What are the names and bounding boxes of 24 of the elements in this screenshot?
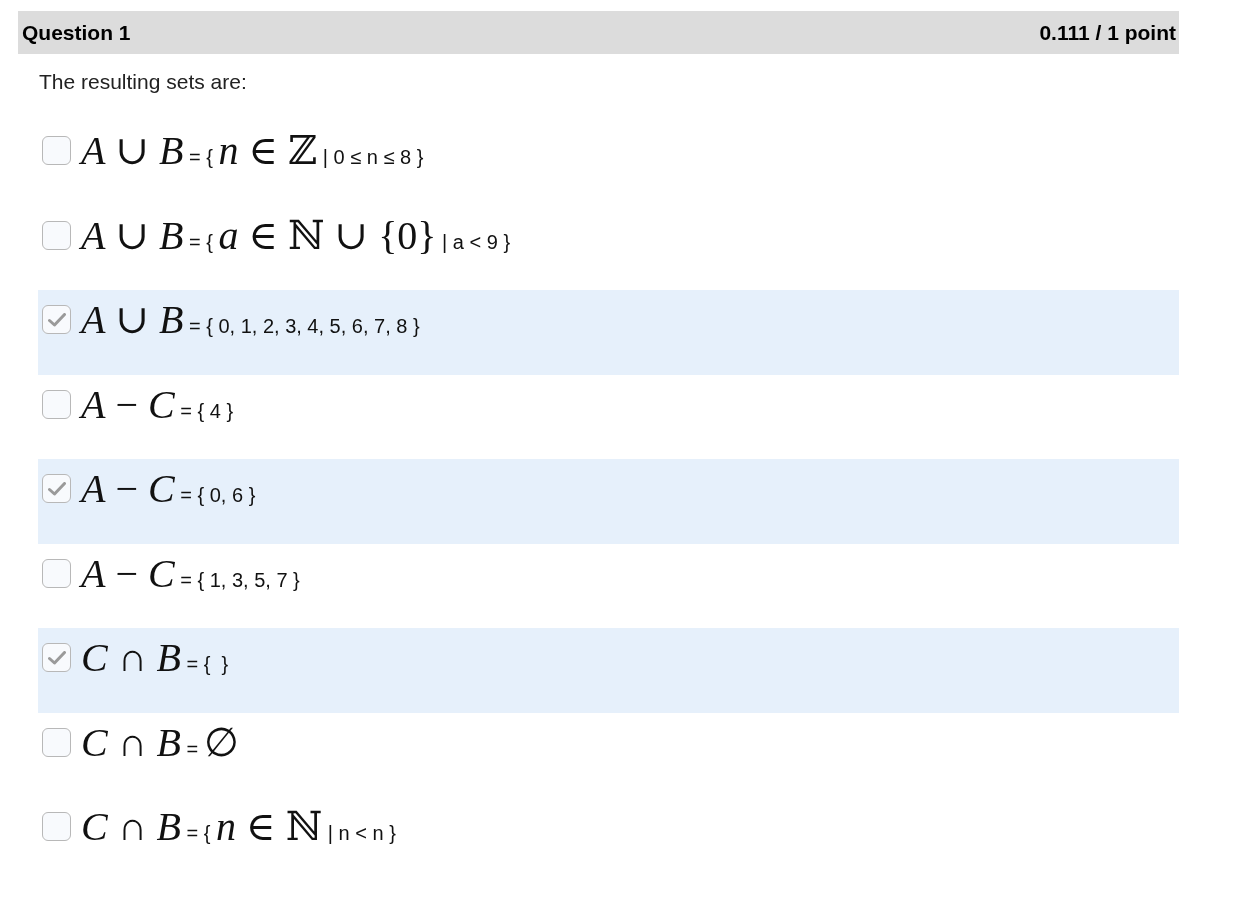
checkbox[interactable]	[42, 558, 71, 588]
question-title: Question 1	[22, 19, 131, 46]
answer-text: C ∩ B=∅	[81, 722, 239, 767]
checkbox[interactable]	[42, 474, 71, 503]
question-prompt: The resulting sets are:	[39, 69, 247, 95]
question-score: 0.111 / 1 point	[1039, 19, 1176, 46]
answer-text: A ∪ B= {a ∈ ℕ ∪ {0}| a < 9 }	[81, 215, 511, 260]
checkmark-icon	[47, 650, 66, 665]
answer-text: A − C= { 4 }	[81, 384, 234, 429]
checkbox[interactable]	[42, 389, 71, 419]
answer-text: C ∩ B= {n ∈ ℕ| n < n }	[81, 807, 396, 851]
checkbox[interactable]	[42, 305, 71, 334]
answer-text: A − C= { 1, 3, 5, 7 }	[81, 553, 300, 598]
checkmark-icon	[47, 312, 66, 327]
answer-text: A ∪ B= { 0, 1, 2, 3, 4, 5, 6, 7, 8 }	[81, 300, 420, 344]
checkbox[interactable]	[42, 812, 71, 841]
checkbox[interactable]	[42, 727, 71, 757]
checkbox[interactable]	[42, 643, 71, 672]
checkbox[interactable]	[42, 220, 71, 250]
checkmark-icon	[47, 481, 66, 496]
answer-text: A ∪ B= {n ∈ ℤ| 0 ≤ n ≤ 8 }	[81, 131, 424, 175]
checkbox[interactable]	[42, 136, 71, 165]
answer-text: A − C= { 0, 6 }	[81, 469, 256, 513]
answer-text: C ∩ B= { }	[81, 638, 229, 682]
